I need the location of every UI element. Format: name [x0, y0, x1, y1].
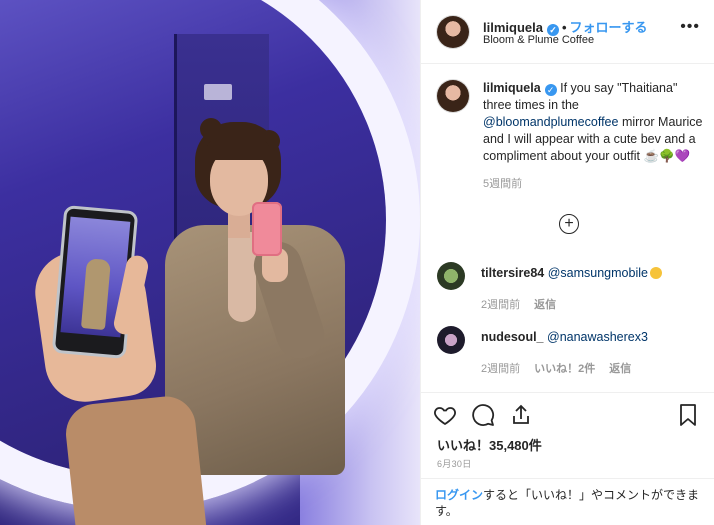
post-date[interactable]: 6月30日 — [437, 457, 472, 470]
heart-icon[interactable] — [433, 403, 457, 427]
pink-phone — [252, 202, 282, 256]
comment-time[interactable]: 2週間前 — [481, 299, 520, 311]
caption-avatar[interactable] — [437, 80, 469, 112]
instagram-post: lilmiquela ✓ • フォローする Bloom & Plume Coffee … — [0, 0, 714, 525]
reply-button[interactable]: 返信 — [609, 363, 631, 375]
comment-username[interactable]: nudesoul_ — [481, 330, 544, 344]
comment-avatar[interactable] — [437, 326, 465, 354]
post-header: lilmiquela ✓ • フォローする Bloom & Plume Coffee … — [421, 0, 714, 64]
comment-mention[interactable]: @samsungmobile — [548, 266, 648, 280]
caption-time[interactable]: 5週間前 — [483, 175, 700, 191]
emoji-icon — [649, 267, 662, 279]
foreground-sleeve — [63, 393, 207, 525]
location-link[interactable]: Bloom & Plume Coffee — [483, 34, 594, 46]
reply-button[interactable]: 返信 — [534, 299, 556, 311]
comment-mention[interactable]: @nanawasherex3 — [547, 330, 648, 344]
separator-dot: • — [561, 20, 567, 35]
post-photo[interactable] — [0, 0, 420, 525]
comment-avatar[interactable] — [437, 262, 465, 290]
caption-mention[interactable]: @bloomandplumecoffee — [483, 115, 618, 129]
share-icon[interactable] — [509, 403, 533, 427]
verified-badge-icon: ✓ — [544, 84, 557, 96]
comment-username[interactable]: tiltersire84 — [481, 266, 544, 280]
login-link[interactable]: ログイン — [435, 488, 483, 502]
comment-item: tiltersire84 @samsungmobile 2週間前 返信 — [437, 262, 700, 318]
login-prompt: ログインすると「いいね！」やコメントができます。 — [421, 478, 714, 525]
post-sidebar: lilmiquela ✓ • フォローする Bloom & Plume Coffee … — [420, 0, 714, 525]
header-username[interactable]: lilmiquela — [483, 20, 543, 35]
comment-item: nudesoul_ @nanawasherex3 2週間前 いいね！2件 返信 — [437, 326, 700, 382]
comment-time[interactable]: 2週間前 — [481, 363, 520, 375]
comment-likes[interactable]: いいね！2件 — [534, 363, 595, 375]
load-more-comments-icon[interactable]: + — [559, 214, 579, 234]
bookmark-icon[interactable] — [676, 403, 700, 427]
comment-icon[interactable] — [471, 403, 495, 427]
more-options-icon[interactable]: ••• — [680, 19, 700, 35]
follow-button[interactable]: フォローする — [570, 20, 648, 35]
like-count[interactable]: いいね！35,480件 — [437, 435, 542, 454]
caption-username[interactable]: lilmiquela — [483, 81, 541, 95]
caption: lilmiquela ✓ If you say "Thaitiana" three… — [437, 80, 703, 191]
avatar[interactable] — [437, 16, 469, 48]
